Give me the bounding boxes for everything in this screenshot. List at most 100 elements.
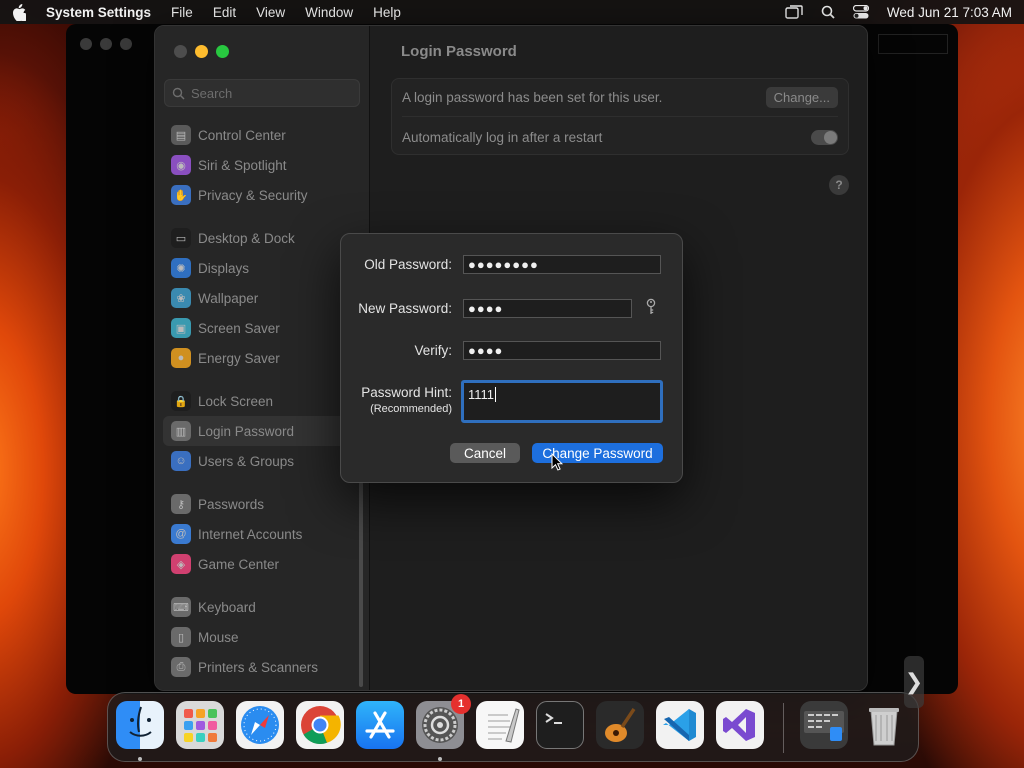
sidebar-item-label: Privacy & Security — [198, 187, 308, 203]
auto-login-row: Automatically log in after a restart — [402, 118, 838, 156]
cancel-button[interactable]: Cancel — [450, 443, 520, 463]
sidebar-item-label: Siri & Spotlight — [198, 157, 287, 173]
mouse-icon: ▯ — [171, 627, 191, 647]
dock: 1 — [107, 692, 919, 762]
menu-app-name[interactable]: System Settings — [46, 5, 151, 20]
password-hint-field[interactable]: 1111 — [461, 380, 663, 423]
screen-mirroring-icon[interactable] — [785, 5, 803, 19]
sidebar-item-energy-saver[interactable]: ● Energy Saver — [163, 343, 359, 373]
control-center-icon[interactable] — [852, 5, 869, 19]
textedit-icon[interactable] — [476, 701, 524, 749]
sidebar-item-wallpaper[interactable]: ❀ Wallpaper — [163, 283, 359, 313]
visual-studio-icon[interactable] — [716, 701, 764, 749]
old-password-field[interactable]: ●●●●●●●● — [463, 255, 661, 274]
change-button[interactable]: Change... — [765, 87, 838, 108]
sidebar-item-displays[interactable]: ✺ Displays — [163, 253, 359, 283]
change-password-dialog: Old Password: ●●●●●●●● New Password: ●●●… — [340, 233, 683, 483]
hand-icon: ✋ — [171, 185, 191, 205]
login-password-icon: ▥ — [171, 421, 191, 441]
auto-login-toggle[interactable] — [811, 129, 838, 145]
vscode-icon[interactable] — [656, 701, 704, 749]
new-password-field[interactable]: ●●●● — [463, 299, 632, 318]
downloads-stack-icon[interactable] — [800, 701, 848, 749]
sidebar-item-passwords[interactable]: ⚷ Passwords — [163, 489, 359, 519]
sidebar-item-printers-scanners[interactable]: ⎙ Printers & Scanners — [163, 652, 359, 682]
system-settings-icon[interactable]: 1 — [416, 694, 471, 749]
background-window-toolbar — [878, 34, 948, 54]
sidebar-section-gap — [163, 373, 359, 386]
sidebar-item-label: Users & Groups — [198, 453, 295, 469]
sidebar-item-label: Passwords — [198, 496, 265, 512]
menu-clock[interactable]: Wed Jun 21 7:03 AM — [887, 5, 1012, 20]
old-password-label: Old Password: — [364, 257, 452, 272]
sidebar-item-users-groups[interactable]: ☺ Users & Groups — [163, 446, 359, 476]
app-store-icon[interactable] — [356, 701, 404, 749]
password-hint-label-text: Password Hint: — [361, 385, 452, 400]
zoom-button[interactable] — [216, 45, 229, 58]
login-password-group: A login password has been set for this u… — [391, 78, 849, 155]
password-hint-value: 1111 — [468, 387, 495, 402]
chevron-right-icon[interactable]: ❯ — [904, 656, 924, 708]
menu-window[interactable]: Window — [305, 5, 353, 20]
search-icon — [172, 87, 185, 100]
bulb-icon: ● — [171, 348, 191, 368]
sidebar-item-mouse[interactable]: ▯ Mouse — [163, 622, 359, 652]
sidebar-item-screen-saver[interactable]: ▣ Screen Saver — [163, 313, 359, 343]
sidebar-item-label: Desktop & Dock — [198, 230, 295, 246]
control-center-icon: ▤ — [171, 125, 191, 145]
sun-icon: ✺ — [171, 258, 191, 278]
spotlight-search-icon[interactable] — [821, 5, 835, 19]
menu-view[interactable]: View — [256, 5, 285, 20]
mouse-pointer-icon — [551, 452, 564, 474]
sidebar-item-label: Login Password — [198, 423, 295, 439]
help-button[interactable]: ? — [829, 175, 849, 195]
launchpad-icon[interactable] — [176, 701, 224, 749]
new-password-label: New Password: — [358, 301, 452, 316]
notification-badge: 1 — [451, 694, 471, 714]
sidebar-item-label: Lock Screen — [198, 393, 274, 409]
text-caret — [495, 387, 497, 402]
sidebar-item-label: Control Center — [198, 127, 286, 143]
menu-file[interactable]: File — [171, 5, 193, 20]
sidebar-scrollbar[interactable] — [359, 482, 363, 687]
sidebar-item-internet-accounts[interactable]: @ Internet Accounts — [163, 519, 359, 549]
password-hint-label: Password Hint: (Recommended) — [361, 385, 452, 415]
keyboard-icon: ⌨ — [171, 597, 191, 617]
sidebar-section-gap — [163, 579, 359, 592]
wallpaper-icon: ❀ — [171, 288, 191, 308]
search-input[interactable]: Search — [164, 79, 360, 107]
minimize-button[interactable] — [195, 45, 208, 58]
sidebar-item-label: Displays — [198, 260, 250, 276]
safari-icon[interactable] — [236, 701, 284, 749]
auto-login-label: Automatically log in after a restart — [402, 129, 603, 145]
sidebar-item-label: Keyboard — [198, 599, 256, 615]
verify-password-field[interactable]: ●●●● — [463, 341, 661, 360]
sidebar-item-privacy-security[interactable]: ✋ Privacy & Security — [163, 180, 359, 210]
apple-menu-icon[interactable] — [12, 3, 28, 21]
sidebar: Search ▤ Control Center ◉ Siri & Spotlight ✋… — [155, 26, 370, 690]
garageband-icon[interactable] — [596, 701, 644, 749]
trash-icon[interactable] — [860, 701, 908, 749]
menu-help[interactable]: Help — [373, 5, 401, 20]
verify-label: Verify: — [414, 343, 452, 358]
sidebar-item-lock-screen[interactable]: 🔒 Lock Screen — [163, 386, 359, 416]
sidebar-item-login-password[interactable]: ▥ Login Password — [163, 416, 359, 446]
screen-saver-icon: ▣ — [171, 318, 191, 338]
terminal-icon[interactable] — [536, 701, 584, 749]
lock-icon: 🔒 — [171, 391, 191, 411]
sidebar-item-keyboard[interactable]: ⌨ Keyboard — [163, 592, 359, 622]
chrome-icon[interactable] — [296, 701, 344, 749]
siri-icon: ◉ — [171, 155, 191, 175]
sidebar-item-siri-spotlight[interactable]: ◉ Siri & Spotlight — [163, 150, 359, 180]
sidebar-item-control-center[interactable]: ▤ Control Center — [163, 120, 359, 150]
close-button[interactable] — [174, 45, 187, 58]
password-assistant-key-icon[interactable] — [645, 298, 657, 319]
finder-icon[interactable] — [116, 701, 164, 749]
menu-edit[interactable]: Edit — [213, 5, 236, 20]
sidebar-item-label: Wallpaper — [198, 290, 259, 306]
page-title: Login Password — [401, 43, 517, 60]
sidebar-item-game-center[interactable]: ◈ Game Center — [163, 549, 359, 579]
password-hint-recommended: (Recommended) — [370, 403, 452, 415]
sidebar-item-label: Internet Accounts — [198, 526, 303, 542]
sidebar-item-desktop-dock[interactable]: ▭ Desktop & Dock — [163, 223, 359, 253]
